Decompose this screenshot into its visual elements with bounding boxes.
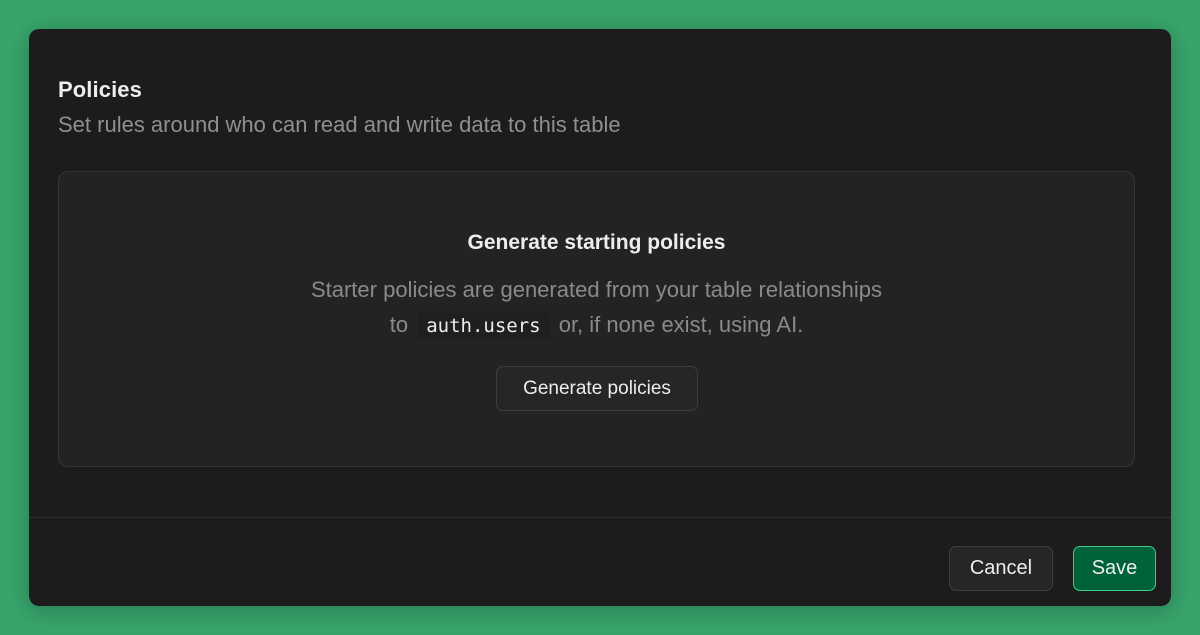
generate-policies-card: Generate starting policies Starter polic…: [58, 171, 1135, 467]
auth-users-code: auth.users: [418, 313, 549, 339]
line2-prefix: to: [389, 312, 409, 337]
policies-modal: Policies Set rules around who can read a…: [29, 29, 1171, 606]
card-description-line2: to auth.users or, if none exist, using A…: [59, 307, 1134, 344]
card-description: Starter policies are generated from your…: [59, 272, 1134, 344]
footer-divider: [29, 517, 1171, 518]
card-title: Generate starting policies: [467, 231, 726, 254]
generate-policies-button[interactable]: Generate policies: [496, 366, 698, 411]
cancel-button[interactable]: Cancel: [949, 546, 1053, 591]
card-description-line1: Starter policies are generated from your…: [310, 277, 883, 302]
line2-suffix: or, if none exist, using AI.: [558, 312, 804, 337]
policies-subtitle: Set rules around who can read and write …: [58, 112, 621, 137]
policies-title: Policies: [58, 77, 142, 102]
save-button[interactable]: Save: [1073, 546, 1156, 591]
